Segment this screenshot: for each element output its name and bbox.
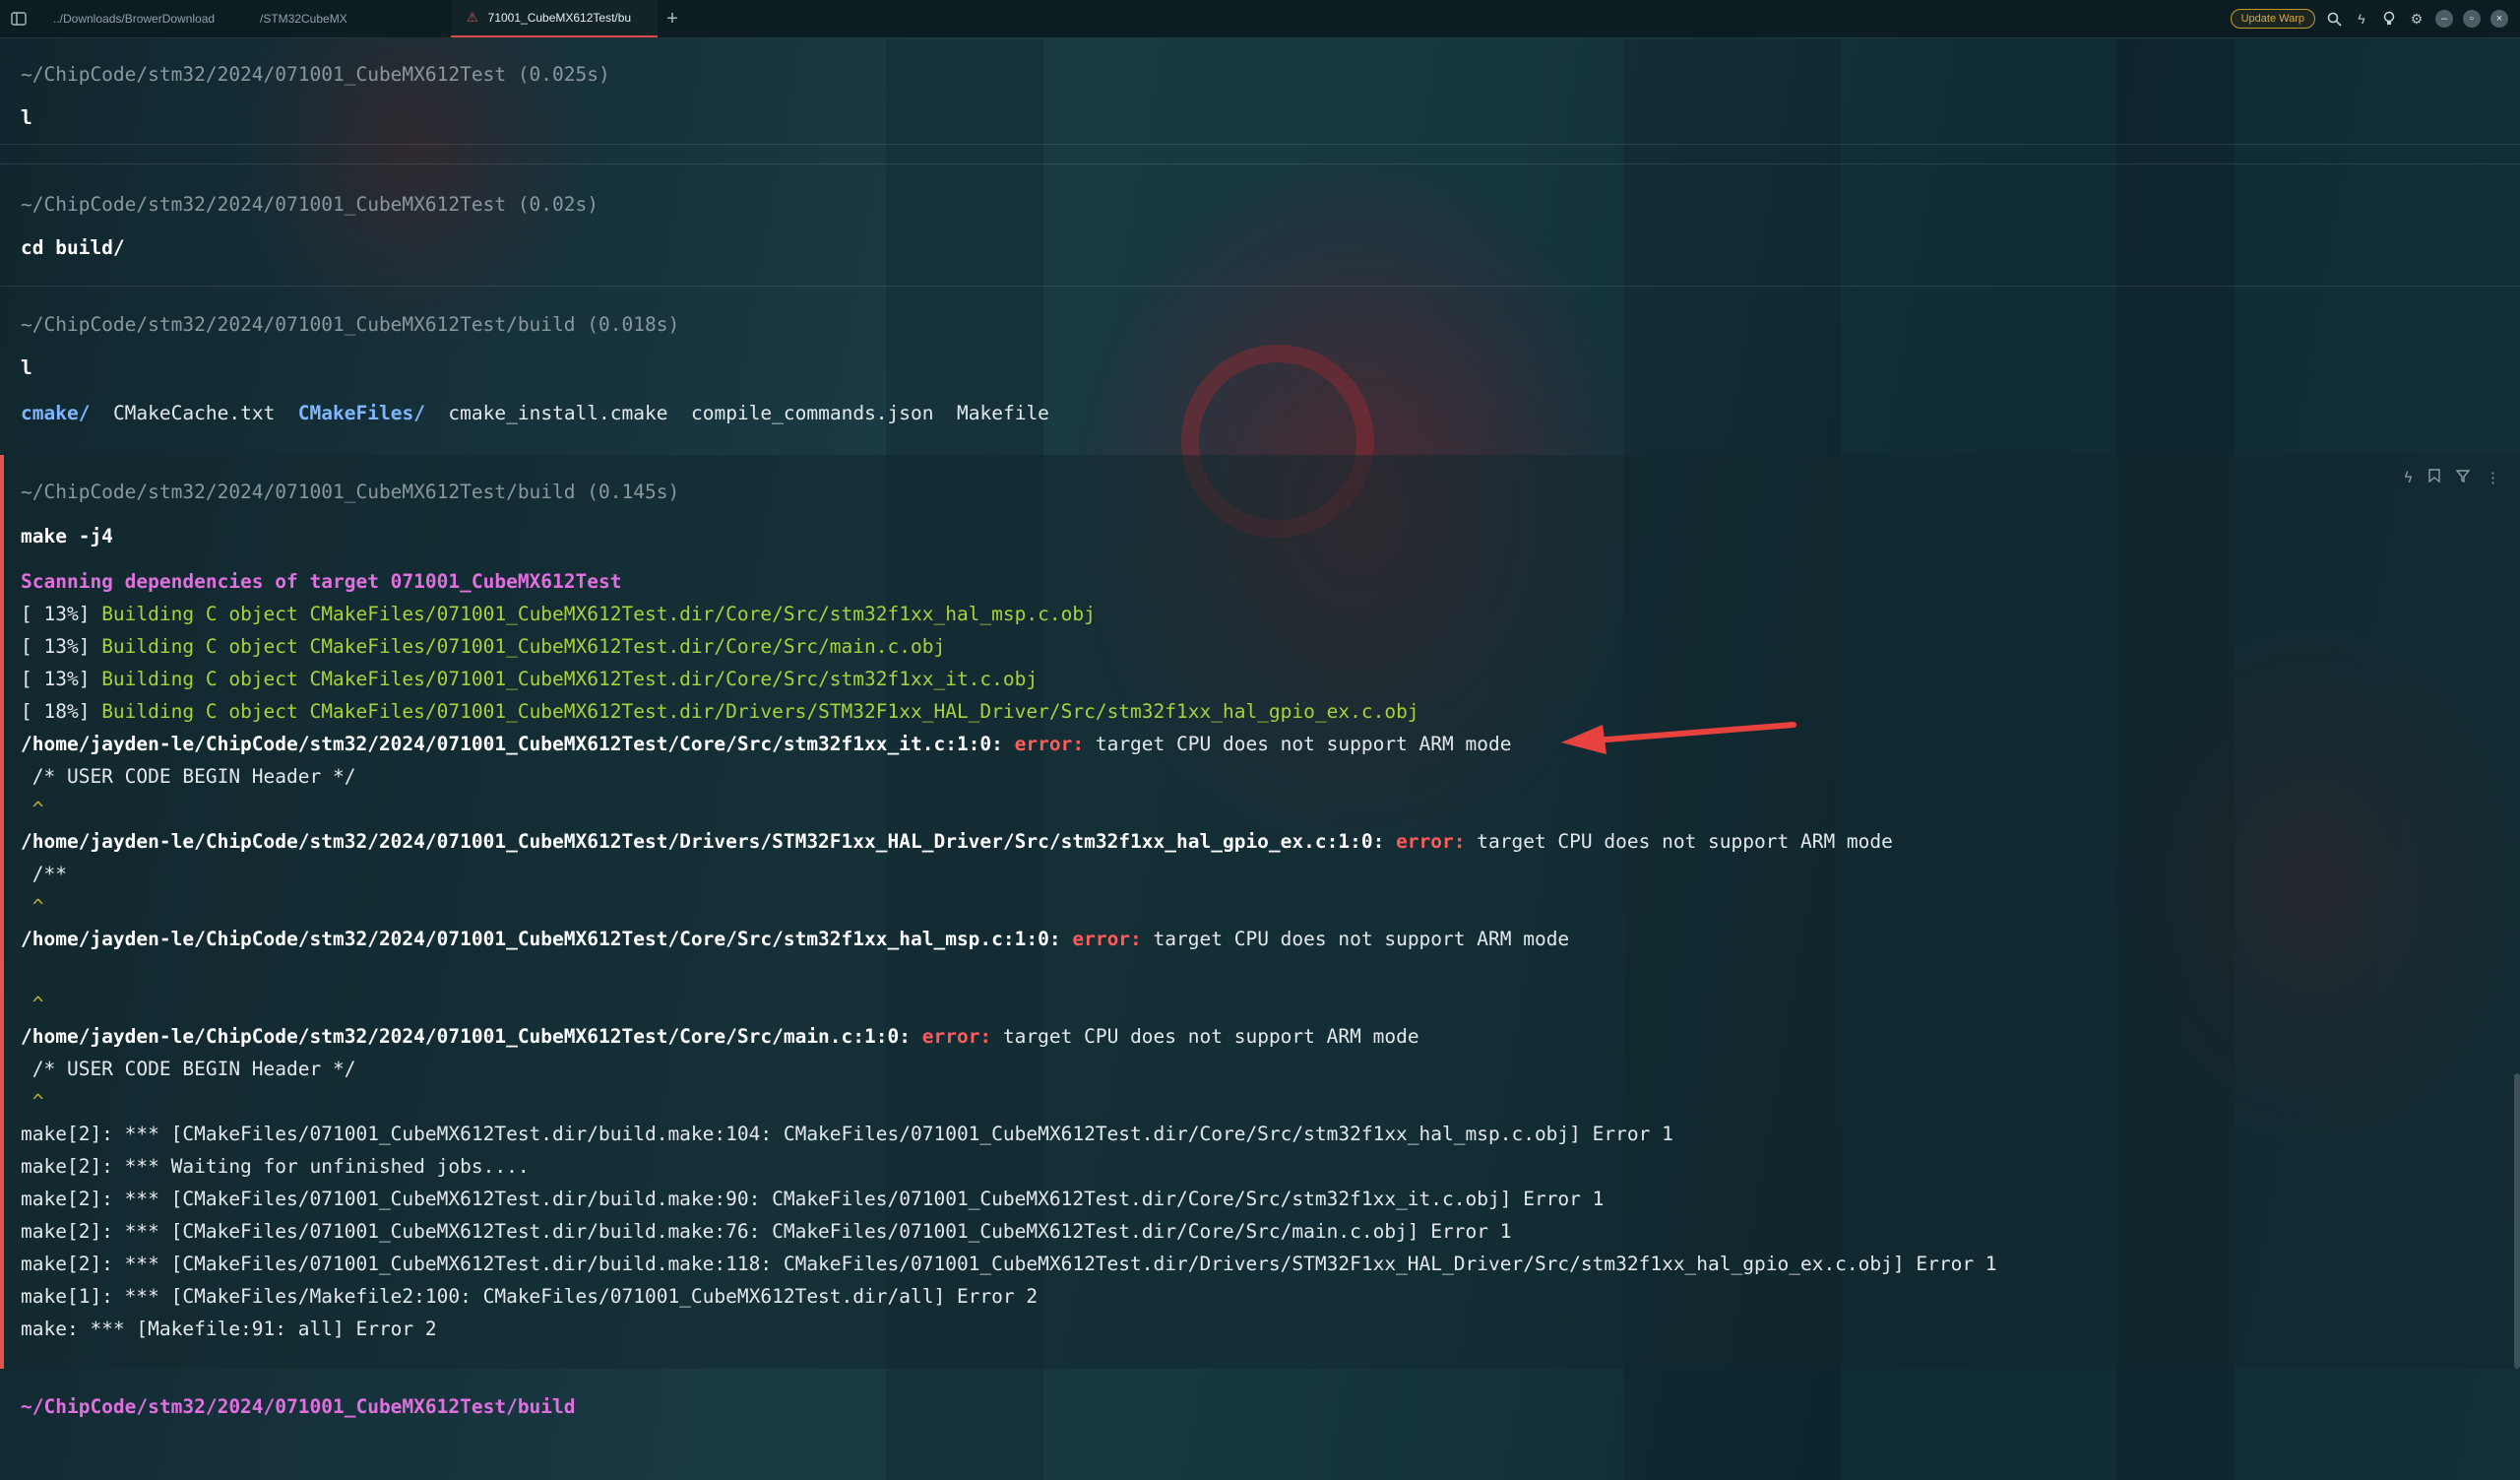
bolt-icon[interactable]: ϟ (2353, 10, 2370, 28)
list-item: compile_commands.json (690, 402, 934, 424)
build-line: [ 18%] Building C object CMakeFiles/0710… (21, 700, 1419, 723)
list-item: Makefile (957, 402, 1049, 424)
block-divider (0, 163, 2520, 164)
block-divider (0, 144, 2520, 145)
block-prompt: ~/ChipCode/stm32/2024/071001_CubeMX612Te… (21, 193, 598, 216)
block-prompt: ~/ChipCode/stm32/2024/071001_CubeMX612Te… (21, 63, 610, 86)
tab-bar: ../Downloads/BrowerDownload /STM32CubeMX… (0, 0, 2520, 38)
block-command: l (21, 106, 32, 129)
minimize-icon[interactable]: – (2435, 10, 2453, 28)
error-context: /* USER CODE BEGIN Header */ (21, 1058, 356, 1080)
block-command: cd build/ (21, 236, 125, 259)
build-line: [ 13%] Building C object CMakeFiles/0710… (21, 603, 1096, 625)
block-divider (0, 286, 2520, 287)
error-context: /* USER CODE BEGIN Header */ (21, 765, 356, 788)
maximize-icon[interactable]: ▫ (2463, 10, 2481, 28)
block-command: make -j4 (21, 525, 113, 547)
tab-stm32cubemx[interactable]: /STM32CubeMX (244, 0, 451, 37)
search-icon[interactable] (2325, 10, 2343, 28)
bookmark-icon[interactable] (2428, 469, 2440, 486)
error-line: /home/jayden-le/ChipCode/stm32/2024/0710… (21, 830, 1893, 853)
make-line: make[2]: *** Waiting for unfinished jobs… (21, 1155, 530, 1178)
error-line: /home/jayden-le/ChipCode/stm32/2024/0710… (21, 733, 1512, 755)
list-item: cmake_install.cmake (448, 402, 668, 424)
gear-icon[interactable]: ⚙ (2408, 10, 2426, 28)
block-prompt: ~/ChipCode/stm32/2024/071001_CubeMX612Te… (21, 313, 680, 336)
make-line: make: *** [Makefile:91: all] Error 2 (21, 1318, 437, 1340)
block-prompt: ~/ChipCode/stm32/2024/071001_CubeMX612Te… (21, 481, 680, 503)
scanning-line: Scanning dependencies of target 071001_C… (21, 570, 622, 593)
make-line: make[2]: *** [CMakeFiles/071001_CubeMX61… (21, 1253, 1997, 1275)
list-item: CMakeCache.txt (112, 402, 276, 424)
list-item: cmake/ (21, 402, 91, 424)
build-line: [ 13%] Building C object CMakeFiles/0710… (21, 668, 1039, 690)
share-icon[interactable]: ϟ (2404, 469, 2413, 486)
build-line: [ 13%] Building C object CMakeFiles/0710… (21, 635, 946, 658)
sidebar-icon[interactable] (0, 0, 37, 37)
tab-build[interactable]: ⚠ 71001_CubeMX612Test/bu (451, 0, 658, 37)
tab-downloads[interactable]: ../Downloads/BrowerDownload (37, 0, 244, 37)
current-prompt[interactable]: ~/ChipCode/stm32/2024/071001_CubeMX612Te… (21, 1395, 576, 1419)
block-command: l (21, 356, 32, 379)
filter-icon[interactable] (2455, 469, 2471, 486)
make-line: make[2]: *** [CMakeFiles/071001_CubeMX61… (21, 1123, 1673, 1145)
list-item: CMakeFiles/ (297, 402, 425, 424)
block-toolbar: ϟ ⋮ (2404, 469, 2500, 486)
annotation-arrow-icon (1561, 722, 1796, 754)
error-context: /** (21, 863, 67, 885)
error-caret: ^ (21, 993, 44, 1015)
make-line: make[1]: *** [CMakeFiles/Makefile2:100: … (21, 1285, 1039, 1308)
make-line: make[2]: *** [CMakeFiles/071001_CubeMX61… (21, 1220, 1512, 1243)
error-caret: ^ (21, 895, 44, 918)
error-line: /home/jayden-le/ChipCode/stm32/2024/0710… (21, 928, 1570, 950)
close-icon[interactable]: × (2490, 10, 2508, 28)
update-warp-button[interactable]: Update Warp (2230, 9, 2315, 29)
error-line: /home/jayden-le/ChipCode/stm32/2024/0710… (21, 1025, 1419, 1048)
more-icon[interactable]: ⋮ (2486, 469, 2500, 486)
directory-listing: cmake/ CMakeCache.txt CMakeFiles/ cmake_… (21, 402, 1049, 425)
plus-icon[interactable]: + (658, 8, 687, 31)
make-line: make[2]: *** [CMakeFiles/071001_CubeMX61… (21, 1188, 1605, 1210)
warning-icon: ⚠ (467, 10, 478, 25)
error-caret: ^ (21, 798, 44, 820)
error-caret: ^ (21, 1090, 44, 1113)
lightbulb-icon[interactable] (2380, 10, 2398, 28)
scrollbar[interactable] (2514, 1073, 2520, 1369)
